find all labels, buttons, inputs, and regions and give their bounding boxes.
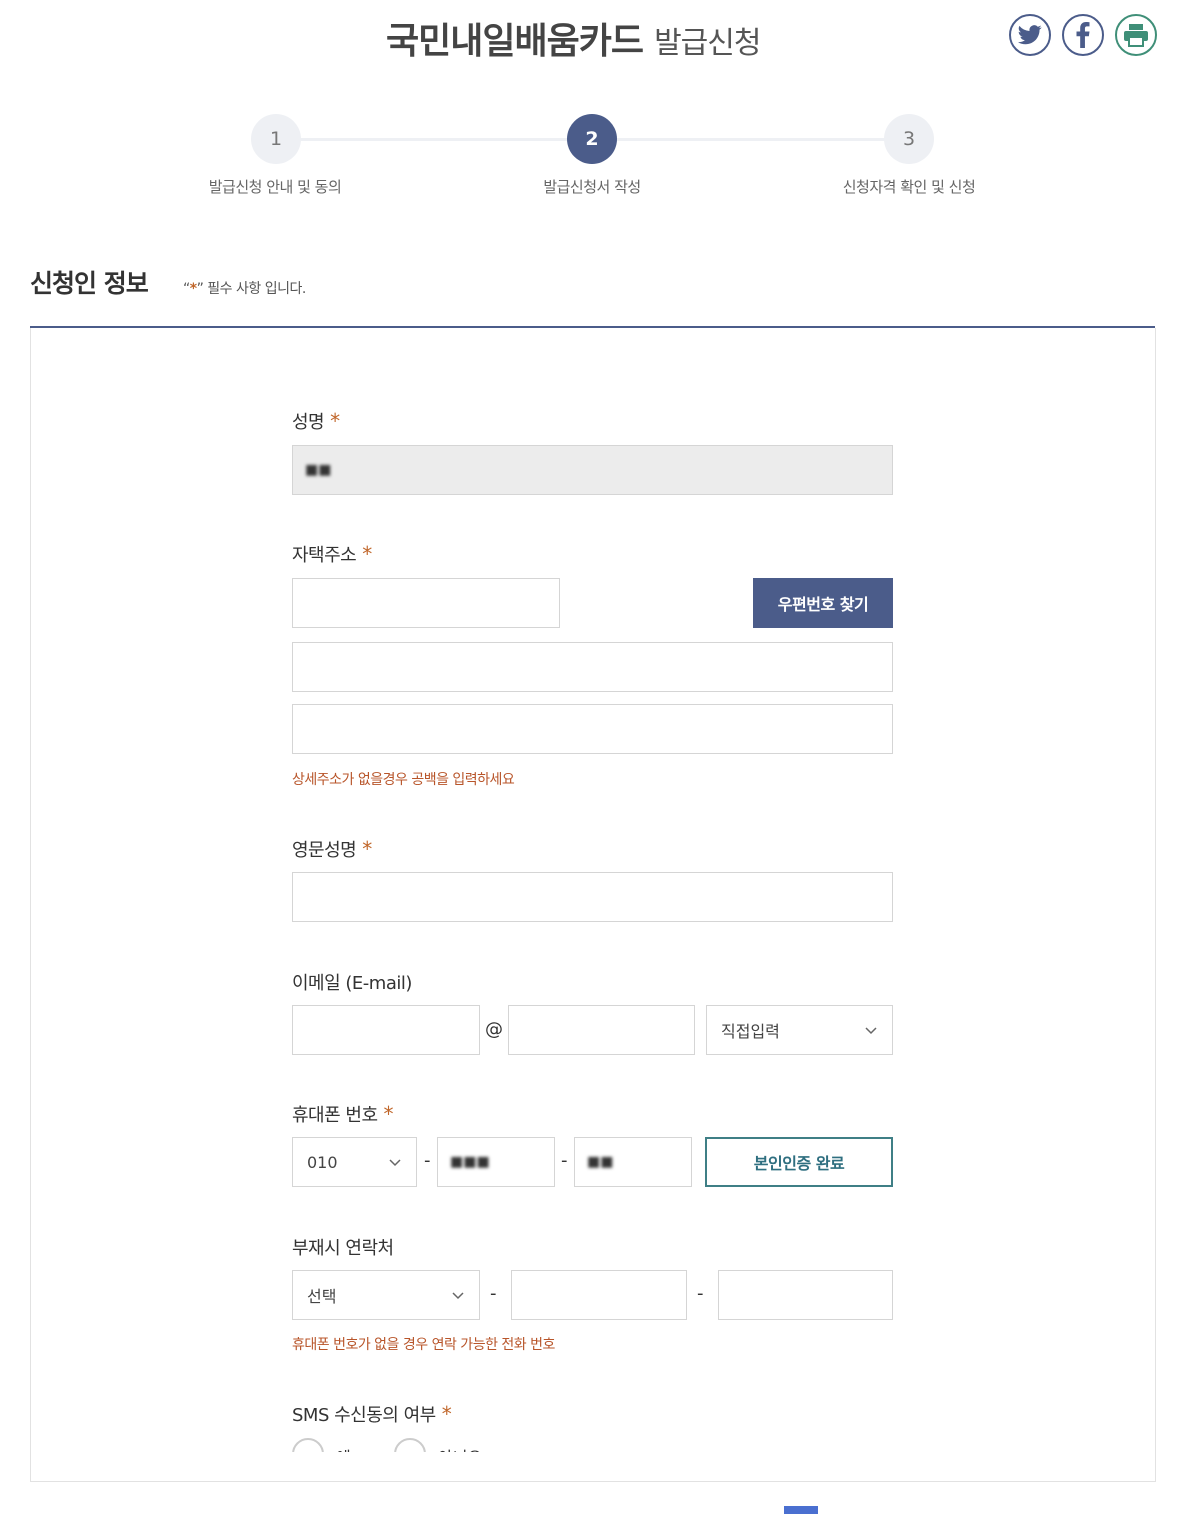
- alt-contact-dash: -: [697, 1283, 704, 1304]
- english-name-label-text: 영문성명: [292, 840, 357, 861]
- english-name-label: 영문성명 *: [292, 836, 372, 862]
- page-title-sub: 발급신청: [654, 26, 761, 61]
- name-field: ■■: [292, 445, 893, 495]
- alt-contact-prefix-value: 선택: [307, 1287, 337, 1306]
- mobile-middle-value: ■■■: [450, 1154, 490, 1170]
- step-3-label: 신청자격 확인 및 신청: [842, 178, 976, 196]
- page-title-main: 국민내일배움카드: [386, 21, 644, 62]
- alt-contact-last-field[interactable]: [718, 1270, 893, 1320]
- sms-consent-label-text: SMS 수신동의 여부: [292, 1405, 436, 1426]
- mobile-prefix-select[interactable]: 010: [292, 1137, 417, 1187]
- alt-contact-dash: -: [490, 1283, 497, 1304]
- required-mark: *: [441, 1402, 452, 1426]
- chevron-down-icon: [865, 1027, 877, 1035]
- required-note-text: ” 필수 사항 입니다.: [196, 281, 307, 297]
- required-mark: *: [362, 837, 372, 861]
- mobile-label-text: 휴대폰 번호: [292, 1105, 378, 1126]
- email-domain-field[interactable]: [508, 1005, 695, 1055]
- alt-contact-label: 부재시 연락처: [292, 1238, 394, 1259]
- progress-steps: 1 발급신청 안내 및 동의 2 발급신청서 작성 3 신청자격 확인 및 신청: [0, 112, 1200, 212]
- email-domain-select[interactable]: 직접입력: [706, 1005, 893, 1055]
- print-icon: [1124, 24, 1148, 47]
- step-1-label: 발급신청 안내 및 동의: [208, 178, 342, 196]
- required-mark: *: [383, 1102, 394, 1126]
- english-name-field[interactable]: [292, 872, 893, 922]
- facebook-icon: [1076, 22, 1090, 48]
- mobile-last-field[interactable]: ■■: [574, 1137, 692, 1187]
- required-note: “*” 필수 사항 입니다.: [183, 278, 306, 298]
- scroll-clip-mask: [31, 1452, 1155, 1481]
- required-note-open: “: [183, 281, 190, 297]
- step-2-label: 발급신청서 작성: [543, 178, 641, 196]
- print-button[interactable]: [1115, 14, 1157, 56]
- mobile-dash: -: [561, 1150, 568, 1171]
- step-3-circle: 3: [884, 114, 934, 164]
- name-label: 성명 *: [292, 408, 340, 434]
- chevron-down-icon: [389, 1159, 401, 1167]
- facebook-share-button[interactable]: [1062, 14, 1104, 56]
- page-title: 국민내일배움카드 발급신청: [386, 12, 761, 64]
- twitter-share-button[interactable]: [1009, 14, 1051, 56]
- page-header: 국민내일배움카드 발급신청: [0, 0, 1200, 80]
- identity-verified-button[interactable]: 본인인증 완료: [705, 1137, 893, 1187]
- alt-contact-hint: 휴대폰 번호가 없을 경우 연락 가능한 전화 번호: [292, 1337, 555, 1353]
- step-2-circle: 2: [567, 114, 617, 164]
- applicant-form: 성명 * ■■ 자택주소 * 우편번호 찾기 상세주소가 없을경우 공백을 입력하세…: [30, 328, 1156, 1482]
- email-at-sign: @: [485, 1019, 503, 1040]
- section-title: 신청인 정보: [30, 269, 149, 298]
- find-zipcode-button[interactable]: 우편번호 찾기: [753, 578, 893, 628]
- required-mark: *: [362, 542, 372, 566]
- required-note-star: *: [189, 281, 197, 297]
- mobile-label: 휴대폰 번호 *: [292, 1101, 394, 1127]
- step-1-circle: 1: [251, 114, 301, 164]
- address-label-text: 자택주소: [292, 545, 357, 566]
- alt-contact-middle-field[interactable]: [511, 1270, 687, 1320]
- alt-contact-prefix-select[interactable]: 선택: [292, 1270, 480, 1320]
- scroll-indicator: [784, 1506, 818, 1514]
- name-value: ■■: [305, 462, 332, 478]
- name-label-text: 성명: [292, 412, 325, 433]
- mobile-dash: -: [424, 1150, 431, 1171]
- zipcode-field[interactable]: [292, 578, 560, 628]
- twitter-icon: [1018, 25, 1042, 45]
- mobile-prefix-value: 010: [307, 1152, 338, 1172]
- required-mark: *: [330, 409, 340, 433]
- address-label: 자택주소 *: [292, 541, 372, 567]
- mobile-last-value: ■■: [587, 1154, 614, 1170]
- email-local-field[interactable]: [292, 1005, 480, 1055]
- chevron-down-icon: [452, 1292, 464, 1300]
- mobile-middle-field[interactable]: ■■■: [437, 1137, 555, 1187]
- address-hint: 상세주소가 없을경우 공백을 입력하세요: [292, 772, 515, 788]
- sms-consent-label: SMS 수신동의 여부 *: [292, 1401, 452, 1427]
- email-domain-select-value: 직접입력: [721, 1022, 780, 1041]
- address-line1-field[interactable]: [292, 642, 893, 692]
- address-line2-field[interactable]: [292, 704, 893, 754]
- email-label: 이메일 (E-mail): [292, 973, 412, 994]
